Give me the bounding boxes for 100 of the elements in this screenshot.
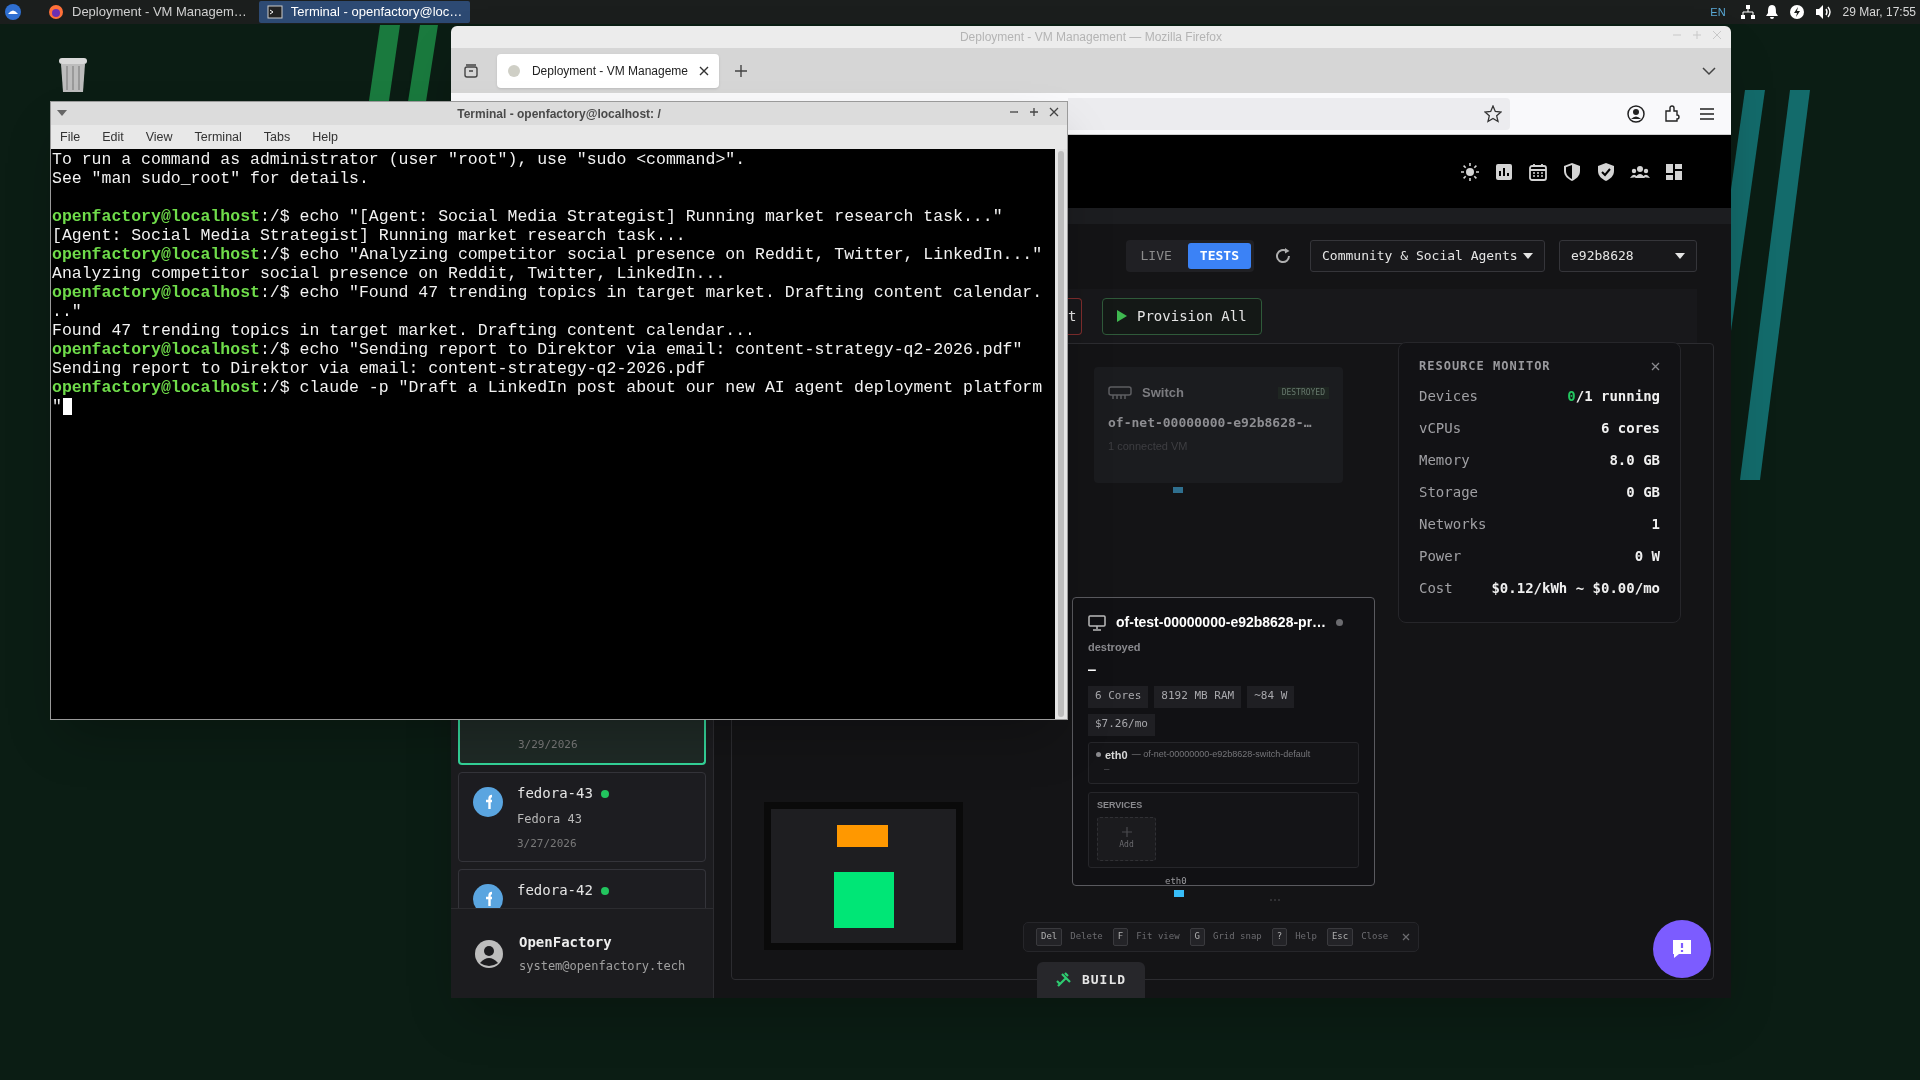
new-tab-icon[interactable]	[734, 63, 748, 78]
spec-chip: $7.26/mo	[1088, 713, 1155, 736]
minimap[interactable]	[764, 802, 963, 950]
bookmark-star-icon[interactable]	[1484, 104, 1502, 123]
build-tab[interactable]: BUILD	[1037, 962, 1145, 998]
terminal-line: Found 47 trending topics in target market. Drafting content calendar...	[52, 321, 755, 340]
caret-down-icon	[1523, 253, 1533, 259]
shield-icon[interactable]	[1562, 161, 1582, 182]
menu-item[interactable]: Tabs	[263, 127, 291, 147]
provision-button[interactable]: Provision All	[1102, 297, 1262, 335]
caret-down-icon	[1675, 253, 1685, 259]
keyboard-layout[interactable]: EN	[1710, 3, 1726, 21]
metric-label: Networks	[1419, 514, 1487, 534]
taskbar-item[interactable]: Deployment - VM Managem…	[40, 1, 255, 23]
key-cap: F	[1112, 928, 1129, 946]
plus-icon	[1121, 827, 1132, 837]
window-title: Terminal - openfactory@localhost: /	[457, 105, 661, 123]
menu-item[interactable]: View	[145, 127, 173, 147]
port-label: eth0	[1165, 876, 1187, 886]
fedora-avatar-icon	[473, 884, 503, 908]
interface-network: — of-net-00000000-e92b8628-switch-default	[1131, 748, 1311, 761]
account-icon[interactable]	[1627, 104, 1645, 123]
menu-item[interactable]: Help	[312, 127, 338, 147]
menu-icon[interactable]	[1699, 106, 1715, 121]
scrollbar-thumb[interactable]	[1058, 151, 1064, 717]
volume-icon[interactable]	[1814, 4, 1833, 20]
spec-chip: 8192 MB RAM	[1154, 685, 1242, 708]
terminal-line: To run a command as administrator (user "root"), use "sudo <command>".	[52, 150, 746, 169]
run-dropdown[interactable]: e92b8628	[1559, 240, 1697, 272]
minimap-node	[834, 872, 894, 928]
node-type: Switch	[1142, 384, 1184, 402]
metric-label: Storage	[1419, 482, 1478, 502]
terminal-line: openfactory@localhost:/$ echo "Found 47 trending topics in target market. Drafting content calendar.	[52, 283, 1044, 302]
browser-tab[interactable]: Deployment - VM Manageme	[497, 53, 719, 88]
metric-value: $0.12/kWh ~ $0.00/mo	[1491, 578, 1660, 598]
machine-name: fedora-43	[517, 784, 593, 803]
shortcut-label: Delete	[1070, 930, 1103, 944]
key-cap: G	[1189, 928, 1205, 946]
clock[interactable]: 29 Mar, 17:55	[1842, 3, 1916, 21]
chevron-down-icon[interactable]	[1701, 65, 1717, 76]
port-handle[interactable]	[1173, 487, 1183, 493]
user-avatar-icon	[475, 939, 503, 968]
menu-item[interactable]: File	[60, 127, 81, 147]
close-icon[interactable]	[1651, 361, 1660, 371]
machine-card[interactable]: fedora-43 Fedora 43 3/27/2026	[458, 772, 706, 862]
machine-date: 3/29/2026	[518, 736, 578, 753]
theme-sun-icon[interactable]	[1460, 161, 1480, 182]
interface-row[interactable]: eth0 — of-net-00000000-e92b8628-switch-default —	[1088, 741, 1359, 784]
menu-item[interactable]: Edit	[102, 127, 124, 147]
notification-bell-icon[interactable]	[1764, 4, 1779, 20]
machine-name: fedora-42	[517, 881, 593, 900]
shortcut-label: Fit view	[1136, 930, 1180, 944]
play-icon	[1117, 310, 1127, 322]
window-title: Deployment - VM Management — Mozilla Firefox	[959, 29, 1223, 46]
panel-title: RESOURCE MONITOR	[1419, 358, 1551, 375]
calendar-icon[interactable]	[1528, 161, 1548, 182]
metric-value: 8.0 GB	[1609, 450, 1660, 470]
menu-item[interactable]: Terminal	[194, 127, 242, 147]
interface-address: —	[1104, 763, 1111, 776]
tab-list-icon[interactable]	[463, 62, 479, 79]
dashboard-icon[interactable]	[1664, 161, 1684, 182]
shield-check-icon[interactable]	[1596, 161, 1616, 182]
terminal-line: "	[52, 397, 62, 416]
machine-card[interactable]: fedora-42	[458, 869, 706, 908]
terminal-line: openfactory@localhost:/$ claude -p "Draft a LinkedIn post about our new AI agent deployment platform	[52, 378, 1044, 397]
shortcut-label: Grid snap	[1213, 930, 1262, 944]
terminal-line: [Agent: Social Media Strategist] Running market research task...	[52, 226, 686, 245]
taskbar-item[interactable]: Terminal - openfactory@loc…	[258, 1, 471, 23]
machine-os: Fedora 43	[517, 811, 584, 828]
metric-value: 0 GB	[1626, 482, 1660, 502]
window-menu-icon[interactable]	[57, 110, 67, 116]
action-button[interactable]: t	[1068, 297, 1082, 335]
monitor-icon	[1088, 614, 1106, 631]
port-handle[interactable]	[1174, 890, 1184, 897]
page-icon	[507, 63, 521, 78]
machine-date: 3/27/2026	[517, 836, 578, 852]
bar-chart-icon[interactable]	[1494, 161, 1514, 182]
feedback-button[interactable]	[1653, 920, 1711, 978]
start-menu-icon[interactable]	[4, 3, 22, 21]
shortcut-label: Close	[1361, 930, 1389, 944]
services-panel[interactable]: SERVICES Add	[1088, 791, 1359, 868]
network-icon[interactable]	[1739, 4, 1756, 20]
close-icon[interactable]	[1049, 107, 1059, 117]
project-dropdown[interactable]: Community & Social Agents	[1310, 240, 1545, 272]
metric-value: 0/1 running	[1567, 386, 1660, 406]
section-heading: SERVICES	[1097, 798, 1144, 812]
mode-tab[interactable]: TESTS	[1187, 243, 1251, 269]
key-cap: Del	[1036, 928, 1063, 946]
terminal-line: .."	[52, 302, 82, 321]
refresh-icon[interactable]	[1274, 247, 1292, 265]
metric-label: Power	[1419, 546, 1462, 566]
spec-chip: ~84 W	[1247, 685, 1295, 708]
power-icon[interactable]	[1788, 4, 1805, 20]
close-icon[interactable]	[699, 65, 709, 76]
terminal-line: See "man sudo_root" for details.	[52, 169, 369, 188]
extensions-icon[interactable]	[1663, 104, 1681, 123]
browser-icon	[48, 4, 64, 20]
terminal-line: openfactory@localhost:/$ echo "Sending report to Direktor via email: content-strategy-q2-2026.pdf"	[52, 340, 1024, 359]
maximize-icon[interactable]	[1029, 107, 1039, 117]
mode-tab[interactable]: LIVE	[1128, 243, 1184, 269]
